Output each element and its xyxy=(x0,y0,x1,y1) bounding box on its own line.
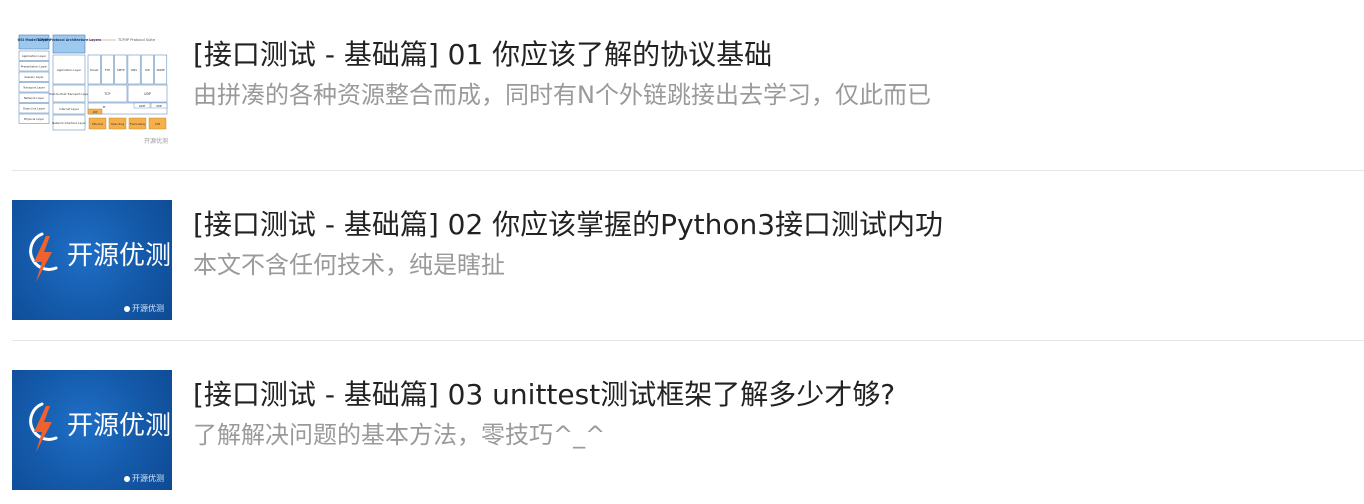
tcpip-layer-group: Application Layer Host-to-Host Transport … xyxy=(49,54,90,131)
article-title[interactable]: [接口测试 - 基础篇] 01 你应该了解的协议基础 xyxy=(193,35,772,75)
article-item[interactable]: 开源优测 开源优测 [接口测试 - 基础篇] 03 unittest测试框架了解… xyxy=(12,370,1364,490)
article-description: 由拼凑的各种资源整合而成，同时有N个外链跳接出去学习，仅此而已 xyxy=(193,81,931,109)
osi-layer-label: Physical Layer xyxy=(24,117,45,121)
app-protocol-label: SMTP xyxy=(117,68,125,72)
suite-header: TCP/IP Protocol Suite xyxy=(117,38,156,42)
article-title[interactable]: [接口测试 - 基础篇] 02 你应该掌握的Python3接口测试内功 xyxy=(193,205,943,245)
link-protocol-label: ATM xyxy=(155,122,160,126)
chat-icon xyxy=(124,305,130,312)
osi-layer-label: Presentation Layer xyxy=(21,65,48,69)
brand-name: 开源优测 xyxy=(67,411,172,441)
lightning-logo-icon xyxy=(29,232,58,282)
tcpip-layer-label: Application Layer xyxy=(57,68,82,72)
lightning-logo-icon xyxy=(29,402,58,452)
suite-box-group: Telnet FTP SMTP DNS RIP SNMP TCP UDP IP IGMP ICMP A… xyxy=(87,54,168,130)
article-thumbnail[interactable]: OSI Model Layers Application Layer Presen… xyxy=(12,30,172,150)
article-thumbnail[interactable]: 开源优测 开源优测 xyxy=(12,200,172,320)
thumbnail-watermark: 开源优测 xyxy=(143,138,168,145)
ip-label: IP xyxy=(103,105,106,109)
igmp-label: IGMP xyxy=(139,105,146,108)
brand-tag: 开源优测 xyxy=(124,474,164,484)
osi-layer-label: Transport Layer xyxy=(22,86,46,90)
protocol-diagram: OSI Model Layers Application LayerPresen… xyxy=(17,34,168,131)
link-protocol-label: Frame Relay xyxy=(130,122,146,126)
tcpip-layer-label: Host-to-Host Transport Layer xyxy=(49,92,90,96)
app-protocol-label: DNS xyxy=(131,68,137,72)
osi-layer-group: Application Layer Presentation Layer Sessi… xyxy=(18,50,50,124)
app-protocol-label: RIP xyxy=(145,68,150,72)
brand-tag-text: 开源优测 xyxy=(132,474,164,483)
link-protocol-label: Ethernet xyxy=(92,122,103,126)
brand-tag-text: 开源优测 xyxy=(132,304,164,313)
icmp-label: ICMP xyxy=(156,105,162,108)
udp-label: UDP xyxy=(144,92,151,96)
osi-layer-label: Network Layer xyxy=(24,96,45,100)
osi-layer-label: Application Layer xyxy=(22,54,47,58)
article-list: OSI Model Layers Application Layer Presen… xyxy=(0,0,1364,504)
tcp-label: TCP xyxy=(104,92,111,96)
tcpip-layer-label: Internet Layer xyxy=(59,107,80,111)
divider xyxy=(12,340,1364,341)
osi-layer-label: Session Layer xyxy=(24,75,44,79)
article-thumbnail[interactable]: 开源优测 开源优测 xyxy=(12,370,172,490)
osi-layer-label: Data-Link Layer xyxy=(23,107,46,111)
article-title[interactable]: [接口测试 - 基础篇] 03 unittest测试框架了解多少才够? xyxy=(193,375,895,415)
app-protocol-label: SNMP xyxy=(157,68,165,72)
article-item[interactable]: 开源优测 开源优测 [接口测试 - 基础篇] 02 你应该掌握的Python3接… xyxy=(12,200,1364,320)
article-item[interactable]: OSI Model Layers Application Layer Presen… xyxy=(12,30,1364,150)
arp-label: ARP xyxy=(93,111,98,114)
chat-icon xyxy=(124,475,130,482)
article-description: 本文不含任何技术，纯是瞎扯 xyxy=(193,251,505,279)
brand-tag: 开源优测 xyxy=(124,304,164,314)
tcpip-layer-label: Network Interface Layer xyxy=(52,121,87,125)
article-description: 了解解决问题的基本方法，零技巧^_^ xyxy=(193,421,606,449)
brand-name: 开源优测 xyxy=(67,241,172,271)
link-protocol-label: Token Ring xyxy=(111,122,125,126)
divider xyxy=(12,170,1364,171)
app-protocol-label: Telnet xyxy=(89,68,99,72)
app-protocol-label: FTP xyxy=(105,68,110,72)
